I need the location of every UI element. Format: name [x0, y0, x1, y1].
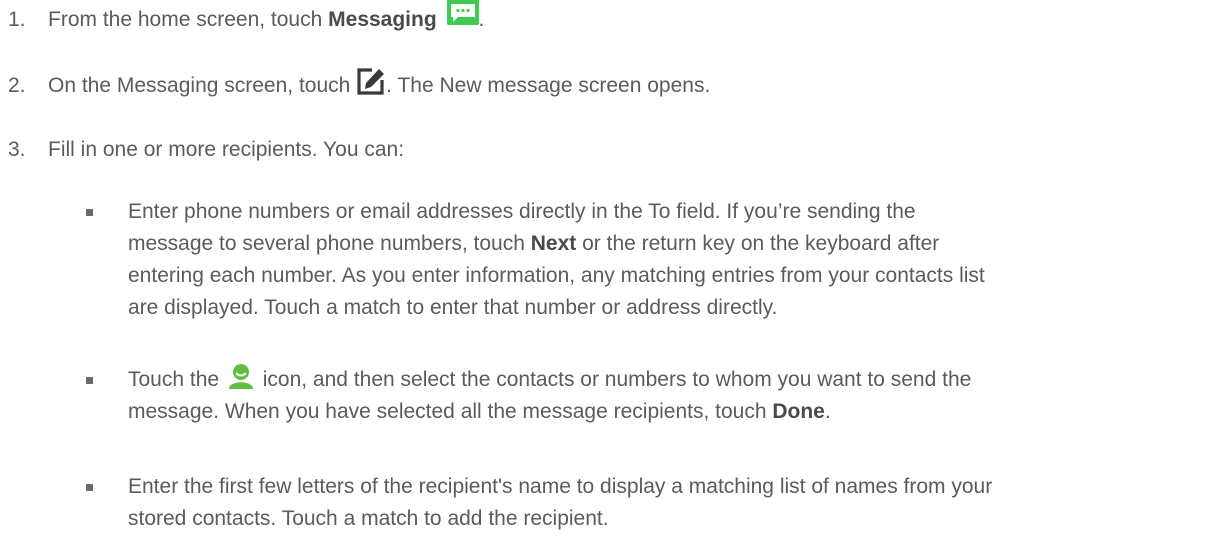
bullet-line: stored contacts. Touch a match to add th… [128, 507, 609, 530]
bullet-marker [86, 209, 93, 216]
bullet-line: message to several phone numbers, touch … [128, 232, 940, 255]
bullet-line: message. When you have selected all the … [128, 400, 831, 423]
step-text-end: . The New message screen opens. [386, 74, 711, 97]
step-bold-text: Messaging [328, 8, 437, 31]
bullet-bold-text: Done [772, 400, 825, 423]
bullet-item: Enter the first few letters of the recip… [86, 471, 1096, 535]
bullet-marker [86, 377, 93, 384]
compose-edit-icon [356, 66, 386, 96]
step-3: 3. Fill in one or more recipients. You ca… [8, 134, 404, 166]
messaging-app-icon [446, 0, 479, 26]
step-text: From the home screen, touch [48, 8, 329, 31]
step-number: 3. [8, 138, 26, 161]
bullet-item: Touch the icon, and then select the cont… [86, 364, 1096, 428]
bullet-line: are displayed. Touch a match to enter th… [128, 296, 778, 319]
step-text: On the Messaging screen, touch [48, 74, 357, 97]
step-number: 2. [8, 74, 26, 97]
bullet-item: Enter phone numbers or email addresses d… [86, 196, 1096, 324]
bullet-line: entering each number. As you enter infor… [128, 264, 985, 287]
step-text: Fill in one or more recipients. You can: [48, 138, 405, 161]
instruction-document: 1. From the home screen, touch Messaging … [0, 0, 1210, 559]
step-2: 2. On the Messaging screen, touch . The N… [8, 68, 711, 102]
bullet-marker [86, 484, 93, 491]
contact-person-icon [227, 363, 255, 390]
step-text-end: . [478, 8, 485, 31]
bullet-bold-text: Next [530, 232, 577, 255]
bullet-line: Enter phone numbers or email addresses d… [128, 200, 916, 223]
step-1: 1. From the home screen, touch Messaging … [8, 0, 485, 36]
step-number: 1. [8, 8, 26, 31]
bullet-line: Touch the icon, and then select the cont… [128, 364, 1096, 396]
bullet-line: Enter the first few letters of the recip… [128, 475, 993, 498]
